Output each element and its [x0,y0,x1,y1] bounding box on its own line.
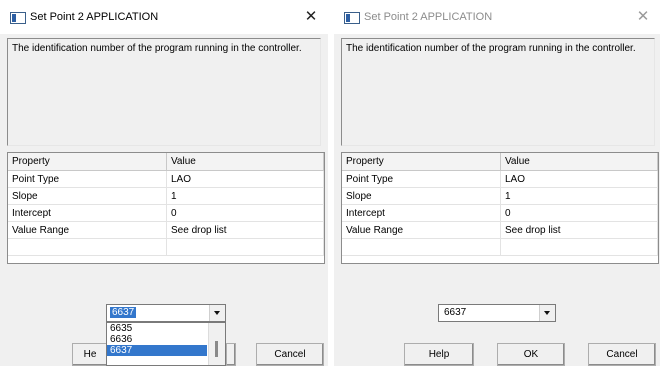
help-button[interactable]: He [72,343,108,366]
close-icon[interactable]: ✕ [298,7,324,27]
property-name: Slope [342,187,501,205]
combo-value: 6637 [444,307,467,318]
dropdown-option-selected[interactable]: 6637 [107,345,207,356]
table-row[interactable]: Value Range See drop list [8,221,324,239]
table-row[interactable]: Point Type LAO [342,170,658,188]
property-value[interactable]: See drop list [500,221,658,239]
property-grid: Property Value Point Type LAO Slope 1 In… [7,152,325,264]
title-bar[interactable]: Set Point 2 APPLICATION ✕ [0,0,328,34]
window-title: Set Point 2 APPLICATION [30,11,159,23]
grid-header-row: Property Value [8,153,324,171]
table-row[interactable]: Intercept 0 [8,204,324,222]
title-bar[interactable]: Set Point 2 APPLICATION ✕ [334,0,660,34]
description-panel: The identification number of the program… [341,38,655,146]
application-combo[interactable]: 6637 [438,304,556,322]
description-text: The identification number of the program… [346,43,636,54]
chevron-down-icon[interactable] [539,305,555,321]
description-text: The identification number of the program… [12,43,302,54]
property-grid: Property Value Point Type LAO Slope 1 In… [341,152,659,264]
combo-dropdown-list[interactable]: 6635 6636 6637 [106,322,226,366]
help-button[interactable]: Help [404,343,474,366]
property-name: Point Type [8,170,167,188]
table-row-empty [342,238,658,256]
property-name: Point Type [342,170,501,188]
table-row[interactable]: Slope 1 [342,187,658,205]
property-value[interactable]: LAO [166,170,324,188]
set-point-dialog-active: Set Point 2 APPLICATION ✕ The identifica… [0,0,328,366]
table-row[interactable]: Intercept 0 [342,204,658,222]
application-window-icon [344,12,360,24]
table-row[interactable]: Value Range See drop list [342,221,658,239]
table-row[interactable]: Slope 1 [8,187,324,205]
window-title: Set Point 2 APPLICATION [364,11,493,23]
cancel-button[interactable]: Cancel [588,343,656,366]
property-name: Value Range [8,221,167,239]
property-value[interactable]: 0 [500,204,658,222]
property-value[interactable]: 1 [166,187,324,205]
chevron-down-icon[interactable] [209,305,225,321]
property-value[interactable]: See drop list [166,221,324,239]
ok-button-partial[interactable] [226,343,236,366]
property-name: Value Range [342,221,501,239]
application-combo[interactable]: 6637 [106,304,226,322]
set-point-dialog-inactive: Set Point 2 APPLICATION ✕ The identifica… [334,0,660,366]
column-header-property[interactable]: Property [342,153,501,171]
column-header-value[interactable]: Value [500,153,658,171]
property-value[interactable]: LAO [500,170,658,188]
column-header-property[interactable]: Property [8,153,167,171]
column-header-value[interactable]: Value [166,153,324,171]
combo-value: 6637 [110,307,137,318]
ok-button[interactable]: OK [497,343,565,366]
property-name: Slope [8,187,167,205]
table-row-empty [8,238,324,256]
property-value[interactable]: 1 [500,187,658,205]
property-value[interactable]: 0 [166,204,324,222]
application-window-icon [10,12,26,24]
description-panel: The identification number of the program… [7,38,321,146]
close-icon[interactable]: ✕ [630,7,656,27]
cancel-button[interactable]: Cancel [256,343,324,366]
scrollbar[interactable] [208,323,225,365]
table-row[interactable]: Point Type LAO [8,170,324,188]
grid-header-row: Property Value [342,153,658,171]
property-name: Intercept [342,204,501,222]
property-name: Intercept [8,204,167,222]
